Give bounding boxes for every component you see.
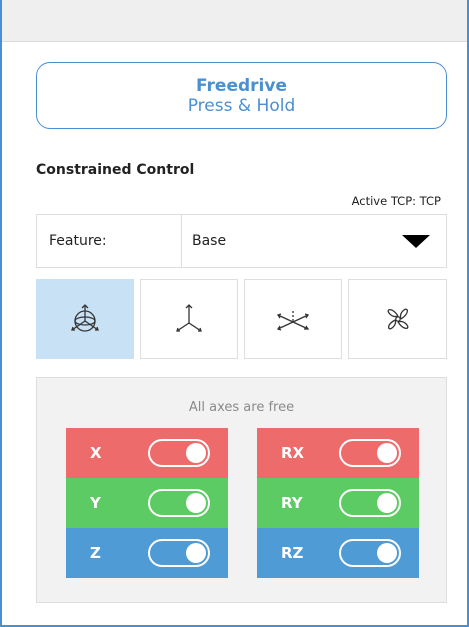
axis-label-rx: RX [281,444,305,462]
rotation-axes-column: RX RY RZ [257,428,419,578]
top-bar [2,0,467,42]
axis-toggle-y[interactable]: Y [66,478,228,528]
mode-translation-button[interactable] [140,279,238,359]
active-tcp-label: Active TCP: [351,194,417,208]
toggle-switch-ry[interactable] [339,489,401,517]
mode-selector [36,279,447,359]
axis-toggle-rz[interactable]: RZ [257,528,419,578]
feature-dropdown[interactable]: Base [182,214,447,268]
axis-toggle-rx[interactable]: RX [257,428,419,478]
axis-label-x: X [90,444,102,462]
axis-label-ry: RY [281,494,303,512]
axis-label-y: Y [90,494,101,512]
toggle-switch-z[interactable] [148,539,210,567]
axis-label-z: Z [90,544,101,562]
axis-toggle-x[interactable]: X [66,428,228,478]
axes-3d-icon [176,304,202,332]
mode-free-button[interactable] [36,279,134,359]
freedrive-button[interactable]: Freedrive Press & Hold [36,62,447,129]
plane-axes-icon [276,309,310,331]
freedrive-title: Freedrive [196,75,287,96]
toggle-switch-rx[interactable] [339,439,401,467]
toggle-switch-x[interactable] [148,439,210,467]
feature-row: Feature: Base [36,214,447,268]
axis-toggle-ry[interactable]: RY [257,478,419,528]
toggle-switch-y[interactable] [148,489,210,517]
toggle-switch-rz[interactable] [339,539,401,567]
axis-toggle-z[interactable]: Z [66,528,228,578]
axes-panel: All axes are free X Y Z RX RY RZ [36,377,447,603]
feature-selected-value: Base [192,233,227,249]
toggle-knob [377,493,397,513]
toggle-knob [186,543,206,563]
axis-label-rz: RZ [281,544,304,562]
rotation-icon [387,308,408,330]
gimbal-icon [71,304,99,332]
mode-plane-button[interactable] [244,279,342,359]
active-tcp-value: TCP [419,194,441,208]
freedrive-subtitle: Press & Hold [187,95,296,116]
toggle-knob [377,543,397,563]
toggle-knob [186,493,206,513]
translation-axes-column: X Y Z [66,428,228,578]
dropdown-caret-icon [402,234,430,248]
axes-status-caption: All axes are free [188,400,295,415]
constrained-control-title: Constrained Control [36,162,195,178]
active-tcp-readout: Active TCP: TCP [352,194,441,208]
toggle-knob [377,443,397,463]
feature-label: Feature: [36,214,182,268]
mode-rotation-button[interactable] [348,279,447,359]
toggle-knob [186,443,206,463]
